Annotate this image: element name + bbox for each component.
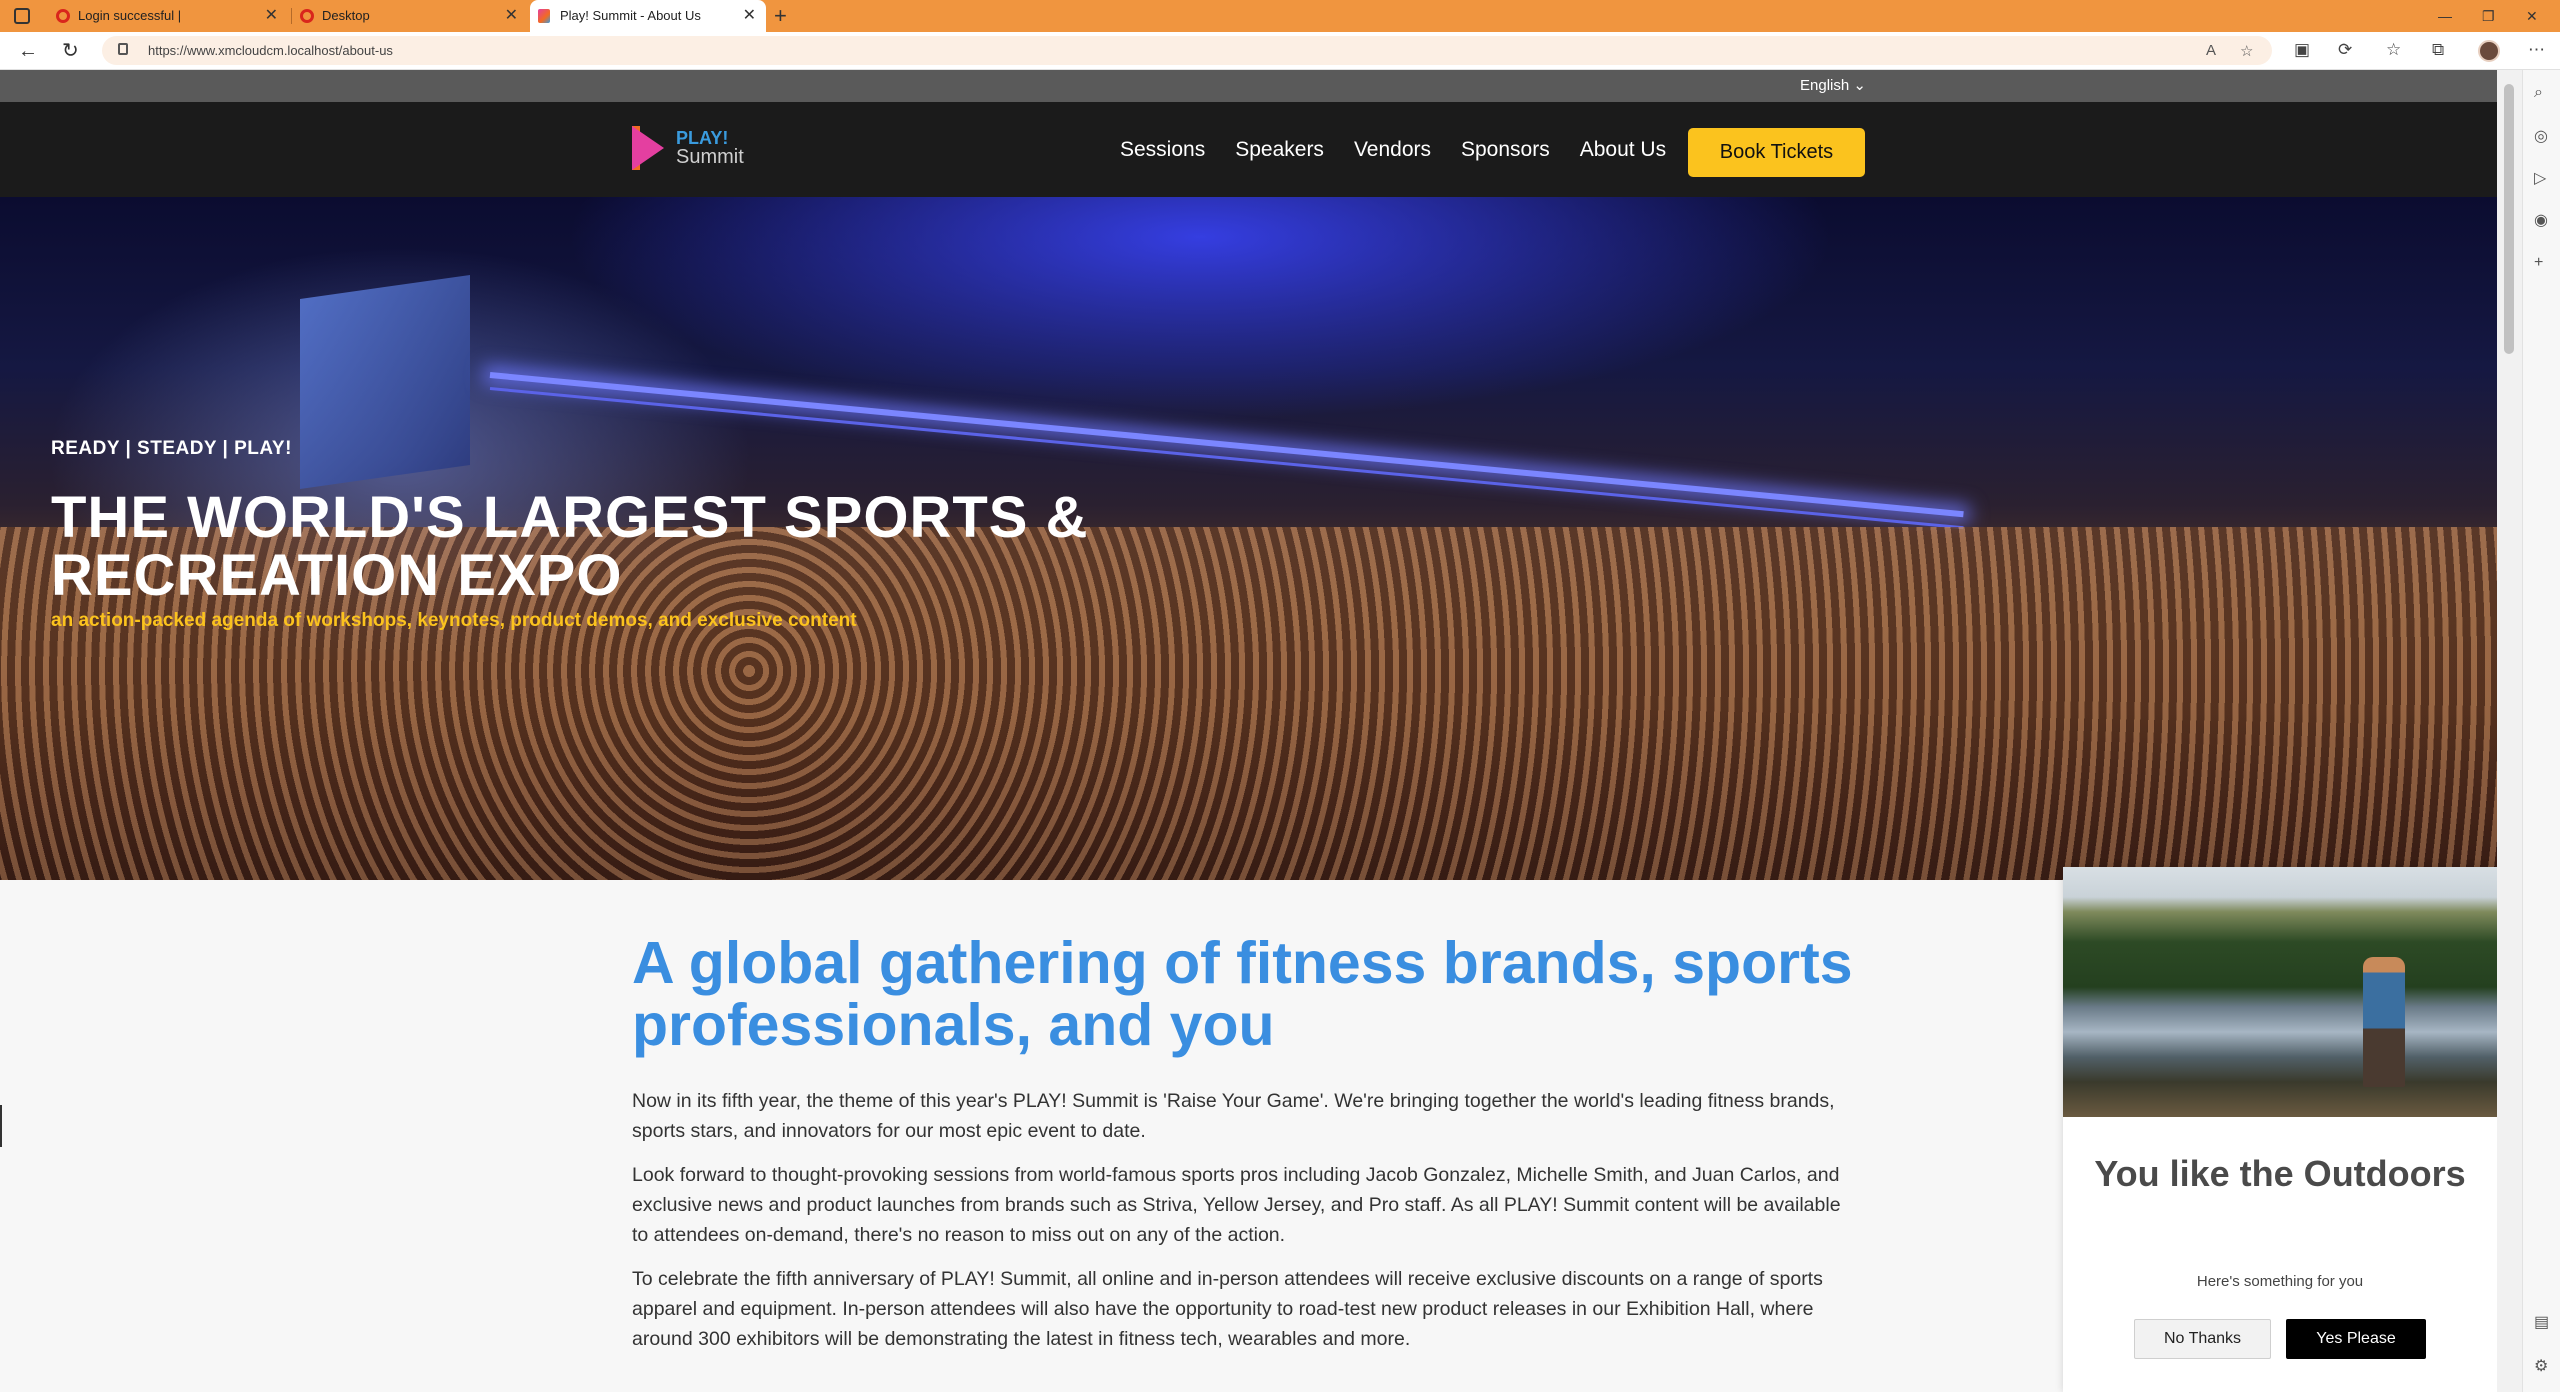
search-icon[interactable]: ⌕: [2534, 84, 2543, 102]
settings-icon[interactable]: ⚙: [2534, 1356, 2548, 1376]
popup-title: You like the Outdoors: [2094, 1153, 2466, 1194]
edge-sidebar: ⌕ ◎ ▷ ◉ + ▤ ⚙: [2522, 70, 2560, 1392]
content-paragraph: Now in its fifth year, the theme of this…: [632, 1090, 1835, 1142]
language-selector[interactable]: English ⌄: [1800, 70, 1866, 102]
hero-banner: READY | STEADY | PLAY! THE WORLD'S LARGE…: [0, 197, 2497, 880]
tab-about-us[interactable]: Play! Summit - About Us ✕: [530, 0, 766, 32]
close-window-icon[interactable]: ✕: [2526, 0, 2538, 32]
book-tickets-button[interactable]: Book Tickets: [1688, 128, 1865, 177]
tab-favicon-icon: [538, 9, 550, 23]
nav-about-us[interactable]: About Us: [1580, 138, 1666, 162]
content-paragraph: Look forward to thought-provoking sessio…: [632, 1164, 1841, 1246]
favorites-add-icon[interactable]: ☆: [2240, 42, 2253, 60]
hero-stage-screen: [300, 275, 470, 489]
content-paragraph: To celebrate the fifth anniversary of PL…: [632, 1268, 1823, 1350]
language-bar: English ⌄: [0, 70, 2497, 102]
hero-subtitle: an action-packed agenda of workshops, ke…: [51, 610, 857, 631]
play-summit-logo[interactable]: PLAY! Summit: [632, 122, 762, 178]
tab-label: Play! Summit - About Us: [560, 8, 701, 23]
back-icon[interactable]: ←: [18, 40, 38, 62]
nav-speakers[interactable]: Speakers: [1235, 138, 1324, 162]
new-tab-icon[interactable]: +: [774, 0, 787, 32]
favorites-icon[interactable]: ☆: [2386, 40, 2401, 60]
focus-marker: [0, 1105, 2, 1147]
logo-text-summit: Summit: [676, 146, 744, 168]
main-nav: Sessions Speakers Vendors Sponsors About…: [1120, 102, 1696, 197]
close-tab-icon[interactable]: ✕: [743, 0, 756, 32]
hero-tagline: READY | STEADY | PLAY!: [51, 438, 292, 459]
office-icon[interactable]: ◉: [2534, 210, 2548, 230]
tab-favicon-icon: [56, 9, 70, 23]
lock-icon[interactable]: [118, 43, 128, 55]
nav-sponsors[interactable]: Sponsors: [1461, 138, 1550, 162]
close-tab-icon[interactable]: ✕: [505, 0, 518, 32]
read-aloud-icon[interactable]: A: [2206, 42, 2216, 59]
outdoors-image: [2063, 867, 2497, 1117]
about-content: A global gathering of fitness brands, sp…: [632, 932, 1862, 1368]
address-bar[interactable]: https://www.xmcloudcm.localhost/about-us…: [102, 36, 2272, 65]
page-scrollbar[interactable]: [2497, 70, 2522, 1392]
restore-icon[interactable]: ❐: [2482, 0, 2495, 32]
nav-vendors[interactable]: Vendors: [1354, 138, 1431, 162]
profile-avatar[interactable]: [2478, 40, 2500, 62]
tab-actions-icon[interactable]: [14, 8, 30, 24]
hero-title: THE WORLD'S LARGEST SPORTS & RECREATION …: [51, 485, 1089, 608]
tab-favicon-icon: [300, 9, 314, 23]
nav-sessions[interactable]: Sessions: [1120, 138, 1205, 162]
popup-message: Here's something for you: [2196, 1273, 2364, 1290]
address-toolbar: ← ↻ https://www.xmcloudcm.localhost/abou…: [0, 32, 2560, 70]
tab-label: Login successful |: [78, 8, 182, 23]
copilot-icon[interactable]: ◎: [2534, 126, 2548, 146]
content-heading: A global gathering of fitness brands, sp…: [632, 930, 1853, 1058]
browser-tab-bar: Login successful | ✕ Desktop ✕ Play! Sum…: [0, 0, 2560, 32]
page-viewport: English ⌄ PLAY! Summit Sessions Speakers…: [0, 70, 2497, 1392]
tab-desktop[interactable]: Desktop ✕: [292, 0, 528, 32]
no-thanks-button[interactable]: No Thanks: [2134, 1319, 2271, 1359]
tab-label: Desktop: [322, 8, 370, 23]
yes-please-button[interactable]: Yes Please: [2286, 1319, 2426, 1359]
minimize-icon[interactable]: —: [2438, 0, 2452, 32]
personalization-popup: You like the Outdoors Here's something f…: [2063, 867, 2497, 1392]
more-icon[interactable]: ⋯: [2528, 40, 2545, 60]
url-text[interactable]: https://www.xmcloudcm.localhost/about-us: [148, 36, 393, 65]
refresh-icon[interactable]: ↻: [62, 40, 79, 62]
hiker-figure: [2363, 957, 2405, 1087]
scrollbar-thumb[interactable]: [2504, 84, 2514, 354]
extensions-icon[interactable]: ⟳: [2338, 40, 2352, 60]
feedback-icon[interactable]: ▤: [2534, 1312, 2549, 1332]
collections-icon[interactable]: ⧉: [2432, 40, 2444, 60]
games-icon[interactable]: ▷: [2534, 168, 2546, 188]
split-screen-icon[interactable]: ▣: [2294, 40, 2310, 60]
add-icon[interactable]: +: [2534, 254, 2543, 272]
logo-mark: [632, 126, 664, 170]
site-header: PLAY! Summit Sessions Speakers Vendors S…: [0, 102, 2497, 197]
close-tab-icon[interactable]: ✕: [265, 0, 278, 32]
tab-login[interactable]: Login successful | ✕: [48, 0, 288, 32]
